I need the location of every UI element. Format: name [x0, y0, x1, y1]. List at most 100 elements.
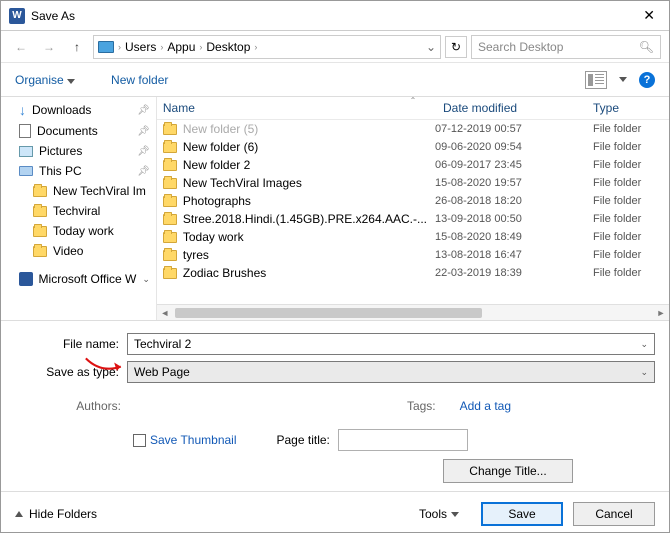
save-thumbnail-checkbox[interactable]: Save Thumbnail — [133, 433, 237, 447]
horizontal-scrollbar[interactable]: ◄ ► — [157, 304, 669, 320]
tags-label: Tags: — [407, 399, 436, 413]
sidebar-item-video[interactable]: Video — [1, 241, 156, 261]
saveastype-label: Save as type: — [15, 365, 127, 379]
view-options-button[interactable] — [585, 71, 607, 89]
table-row[interactable]: Zodiac Brushes22-03-2019 18:39File folde… — [157, 264, 669, 282]
pagetitle-input[interactable] — [338, 429, 468, 451]
chevron-down-icon[interactable]: ⌄ — [640, 367, 648, 378]
column-headers: ⌃ Name Date modified Type — [157, 97, 669, 120]
address-bar[interactable]: › Users › Appu › Desktop › ⌄ — [93, 35, 441, 59]
hide-folders-button[interactable]: Hide Folders — [15, 507, 97, 521]
chevron-right-icon: › — [160, 42, 163, 52]
download-icon: ↓ — [19, 102, 26, 118]
desktop-icon — [98, 41, 114, 53]
chevron-right-icon: › — [118, 42, 121, 52]
back-button[interactable]: ← — [9, 35, 33, 59]
search-placeholder: Search Desktop — [478, 40, 639, 54]
col-date[interactable]: Date modified — [443, 101, 593, 115]
table-row[interactable]: New TechViral Images15-08-2020 19:57File… — [157, 174, 669, 192]
pin-icon: 📌︎ — [137, 166, 150, 177]
authors-label: Authors: — [15, 399, 127, 413]
chevron-up-icon — [15, 511, 23, 517]
pagetitle-label: Page title: — [277, 433, 330, 447]
organise-menu[interactable]: Organise — [15, 73, 75, 87]
checkbox-icon[interactable] — [133, 434, 146, 447]
search-input[interactable]: Search Desktop 🔍︎ — [471, 35, 661, 59]
crumb-desktop: Desktop — [206, 40, 250, 54]
footer: Hide Folders Tools Save Cancel — [1, 491, 669, 536]
crumb-users: Users — [125, 40, 156, 54]
folder-icon — [163, 196, 177, 207]
close-icon[interactable]: ✕ — [637, 7, 661, 24]
window-title: Save As — [31, 9, 637, 23]
folder-icon — [163, 142, 177, 153]
col-name[interactable]: Name — [163, 101, 443, 115]
word-icon — [19, 272, 33, 286]
folder-icon — [163, 250, 177, 261]
folder-icon — [33, 246, 47, 257]
sidebar-item-documents[interactable]: Documents📌︎ — [1, 121, 156, 141]
forward-button: → — [37, 35, 61, 59]
folder-icon — [163, 160, 177, 171]
documents-icon — [19, 124, 31, 138]
chevron-down-icon[interactable] — [619, 77, 627, 82]
new-folder-button[interactable]: New folder — [111, 73, 168, 87]
folder-icon — [163, 232, 177, 243]
sidebar-item-thispc[interactable]: This PC📌︎ — [1, 161, 156, 181]
up-button[interactable]: ↑ — [65, 35, 89, 59]
save-button[interactable]: Save — [481, 502, 563, 526]
table-row[interactable]: New folder (6)09-06-2020 09:54File folde… — [157, 138, 669, 156]
chevron-down-icon[interactable]: ⌄ — [640, 339, 648, 350]
pictures-icon — [19, 146, 33, 157]
tools-menu[interactable]: Tools — [419, 507, 459, 521]
toolbar: Organise New folder ? — [1, 63, 669, 97]
pin-icon: 📌︎ — [137, 105, 150, 116]
navbar: ← → ↑ › Users › Appu › Desktop › ⌄ ↻ Sea… — [1, 31, 669, 63]
folder-icon — [33, 206, 47, 217]
sidebar: ↓Downloads📌︎ Documents📌︎ Pictures📌︎ This… — [1, 97, 157, 320]
sidebar-item-word[interactable]: Microsoft Office W⌄ — [1, 269, 156, 289]
sidebar-item-downloads[interactable]: ↓Downloads📌︎ — [1, 99, 156, 121]
thispc-icon — [19, 166, 33, 176]
chevron-down-icon — [67, 79, 75, 84]
saveastype-combobox[interactable]: Web Page ⌄ — [127, 361, 655, 383]
add-tag-link[interactable]: Add a tag — [460, 399, 511, 413]
chevron-down-icon — [451, 512, 459, 517]
sidebar-item-todaywork[interactable]: Today work — [1, 221, 156, 241]
titlebar: W Save As ✕ — [1, 1, 669, 31]
word-app-icon: W — [9, 8, 25, 24]
pin-icon: 📌︎ — [137, 146, 150, 157]
table-row[interactable]: Photographs26-08-2018 18:20File folder — [157, 192, 669, 210]
chevron-right-icon: › — [254, 42, 257, 52]
folder-icon — [33, 226, 47, 237]
pin-icon: 📌︎ — [137, 126, 150, 137]
filename-label: File name: — [15, 337, 127, 351]
table-row[interactable]: New folder 206-09-2017 23:45File folder — [157, 156, 669, 174]
table-row[interactable]: Stree.2018.Hindi.(1.45GB).PRE.x264.AAC.-… — [157, 210, 669, 228]
filename-input[interactable]: Techviral 2 ⌄ — [127, 333, 655, 355]
sort-indicator-icon: ⌃ — [410, 96, 417, 105]
change-title-button[interactable]: Change Title... — [443, 459, 573, 483]
address-dropdown-icon[interactable]: ⌄ — [426, 40, 436, 54]
table-row[interactable]: tyres13-08-2018 16:47File folder — [157, 246, 669, 264]
help-icon[interactable]: ? — [639, 72, 655, 88]
sidebar-item-pictures[interactable]: Pictures📌︎ — [1, 141, 156, 161]
crumb-appu: Appu — [167, 40, 195, 54]
cancel-button[interactable]: Cancel — [573, 502, 655, 526]
scroll-right-icon[interactable]: ► — [653, 305, 669, 320]
table-row[interactable]: New folder (5)07-12-2019 00:57File folde… — [157, 120, 669, 138]
scroll-thumb[interactable] — [175, 308, 482, 318]
folder-icon — [163, 214, 177, 225]
refresh-button[interactable]: ↻ — [445, 36, 467, 58]
file-pane: ⌃ Name Date modified Type New folder (5)… — [157, 97, 669, 320]
col-type[interactable]: Type — [593, 101, 663, 115]
chevron-down-icon: ⌄ — [142, 274, 150, 285]
scroll-left-icon[interactable]: ◄ — [157, 305, 173, 320]
folder-icon — [163, 124, 177, 135]
folder-icon — [163, 268, 177, 279]
table-row[interactable]: Today work15-08-2020 18:49File folder — [157, 228, 669, 246]
sidebar-item-newtechviral[interactable]: New TechViral Im — [1, 181, 156, 201]
main-area: ↓Downloads📌︎ Documents📌︎ Pictures📌︎ This… — [1, 97, 669, 321]
sidebar-item-techviral[interactable]: Techviral — [1, 201, 156, 221]
file-rows: New folder (5)07-12-2019 00:57File folde… — [157, 120, 669, 304]
